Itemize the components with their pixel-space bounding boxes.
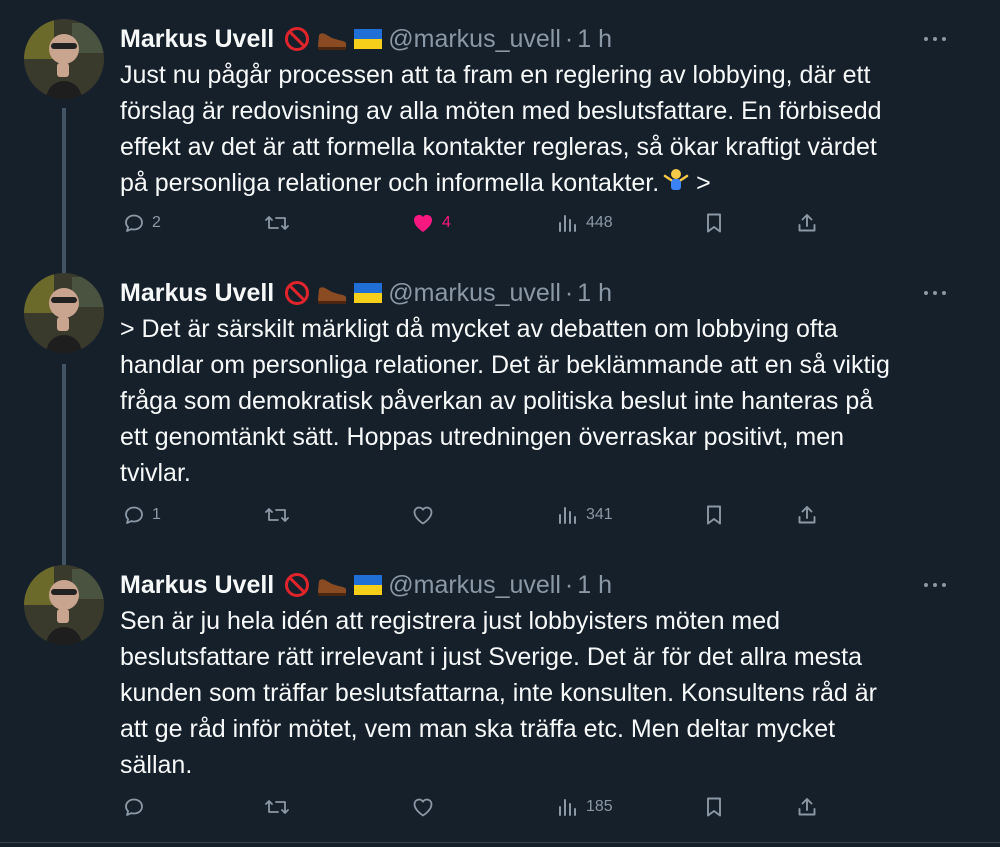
tweet-text-line: Sen är ju hela idén att registrera just … <box>120 607 781 635</box>
tweet-text-line: kunden som träffar beslutsfattarna, inte… <box>120 679 877 707</box>
share-button[interactable] <box>795 208 819 238</box>
share-icon <box>798 506 816 524</box>
retweet-button[interactable] <box>263 208 297 238</box>
like-button[interactable] <box>410 500 442 530</box>
prohibited-icon <box>284 26 310 52</box>
view-count: 448 <box>586 214 613 231</box>
tweet-text: Just nu pågår processen att ta fram en r… <box>120 57 930 202</box>
separator: · <box>564 278 574 307</box>
share-icon <box>798 798 816 816</box>
reply-icon <box>125 798 143 816</box>
thread-connector <box>62 108 66 278</box>
shoe-icon <box>316 26 348 52</box>
retweet-button[interactable] <box>263 500 297 530</box>
avatar[interactable] <box>24 273 104 353</box>
tweet-text: Sen är ju hela idén att registrera just … <box>120 603 930 783</box>
tweet-actions: 2 4 448 <box>0 208 1000 238</box>
thread-connector <box>62 364 66 574</box>
author-handle[interactable]: @markus_uvell <box>388 25 561 54</box>
heart-icon <box>413 798 433 817</box>
tweet-text-line: på personliga relationer och informella … <box>120 169 660 197</box>
tweet-text-line: att ge råd inför mötet, vem man ska träf… <box>120 715 836 743</box>
tweet-text-line: Just nu pågår processen att ta fram en r… <box>120 61 871 89</box>
bookmark-icon <box>707 213 721 233</box>
retweet-button[interactable] <box>263 792 297 822</box>
tweet-text-line: effekt av det är att formella kontakter … <box>120 133 877 161</box>
more-options-icon[interactable] <box>924 283 946 303</box>
more-options-icon[interactable] <box>924 29 946 49</box>
author-handle[interactable]: @markus_uvell <box>388 279 561 308</box>
ukraine-flag-icon <box>354 283 383 303</box>
ukraine-flag-icon <box>354 575 383 595</box>
heart-icon <box>413 506 433 525</box>
continuation-marker: > <box>696 169 711 197</box>
bookmark-icon <box>707 505 721 525</box>
shoe-icon <box>316 280 348 306</box>
tweet-text-line-with-emoji: på personliga relationer och informella … <box>120 165 930 202</box>
bookmark-button[interactable] <box>702 208 726 238</box>
share-icon <box>798 214 816 232</box>
tweet-text: > Det är särskilt märkligt då mycket av … <box>120 311 930 491</box>
tweet-text-line: fråga som demokratisk påverkan av politi… <box>120 387 874 415</box>
view-count: 341 <box>586 506 613 523</box>
tweet-header: Markus Uvell @markus_uvell · 1 h <box>120 273 612 313</box>
shoe-icon <box>316 572 348 598</box>
retweet-icon <box>265 508 289 522</box>
tweet-text-line: förslag är redovisning av alla möten med… <box>120 97 882 125</box>
tweet-actions: 1 341 <box>0 500 1000 530</box>
bookmark-icon <box>707 797 721 817</box>
author-handle[interactable]: @markus_uvell <box>388 571 561 600</box>
prohibited-icon <box>284 572 310 598</box>
reply-icon <box>125 506 143 524</box>
views-button[interactable]: 341 <box>556 500 613 530</box>
share-button[interactable] <box>795 792 819 822</box>
timestamp[interactable]: 1 h <box>577 279 612 308</box>
more-options-icon[interactable] <box>924 575 946 595</box>
retweet-icon <box>265 800 289 814</box>
like-count: 4 <box>442 214 451 231</box>
avatar[interactable] <box>24 19 104 99</box>
reply-button[interactable]: 2 <box>122 208 161 238</box>
timestamp[interactable]: 1 h <box>577 571 612 600</box>
reply-count: 1 <box>152 506 161 523</box>
separator: · <box>564 24 574 53</box>
bookmark-button[interactable] <box>702 500 726 530</box>
tweet-text-line: handlar om personliga relationer. Det är… <box>120 351 890 379</box>
ukraine-flag-icon <box>354 29 383 49</box>
separator: · <box>564 570 574 599</box>
tweet-text-line: tvivlar. <box>120 459 191 487</box>
author-name[interactable]: Markus Uvell <box>120 25 274 54</box>
tweet-actions: 185 <box>0 792 1000 822</box>
avatar[interactable] <box>24 565 104 645</box>
views-button[interactable]: 448 <box>556 208 613 238</box>
views-icon <box>559 215 576 232</box>
tweet-text-line: ett genomtänkt sätt. Hoppas utredningen … <box>120 423 844 451</box>
views-icon <box>559 799 576 816</box>
like-button[interactable] <box>410 792 442 822</box>
views-icon <box>559 507 576 524</box>
tweet-text-line: > Det är särskilt märkligt då mycket av … <box>120 315 838 343</box>
views-button[interactable]: 185 <box>556 792 613 822</box>
tweet-text-line: beslutsfattare rätt irrelevant i just Sv… <box>120 643 862 671</box>
view-count: 185 <box>586 798 613 815</box>
prohibited-icon <box>284 280 310 306</box>
bookmark-button[interactable] <box>702 792 726 822</box>
share-button[interactable] <box>795 500 819 530</box>
tweet-header: Markus Uvell @markus_uvell · 1 h <box>120 565 612 605</box>
heart-filled-icon <box>414 215 432 232</box>
reply-count: 2 <box>152 214 161 231</box>
reply-button[interactable] <box>122 792 152 822</box>
author-name[interactable]: Markus Uvell <box>120 571 274 600</box>
like-button[interactable]: 4 <box>410 208 451 238</box>
tweet-text-line: sällan. <box>120 751 193 779</box>
reply-button[interactable]: 1 <box>122 500 161 530</box>
tweet-header: Markus Uvell @markus_uvell · 1 h <box>120 19 612 59</box>
divider <box>0 842 1000 843</box>
author-name[interactable]: Markus Uvell <box>120 279 274 308</box>
thread: Markus Uvell @markus_uvell · 1 h Just nu… <box>0 0 1000 847</box>
timestamp[interactable]: 1 h <box>577 25 612 54</box>
person-shrugging-icon <box>663 166 689 202</box>
reply-icon <box>125 214 143 232</box>
retweet-icon <box>265 216 289 230</box>
